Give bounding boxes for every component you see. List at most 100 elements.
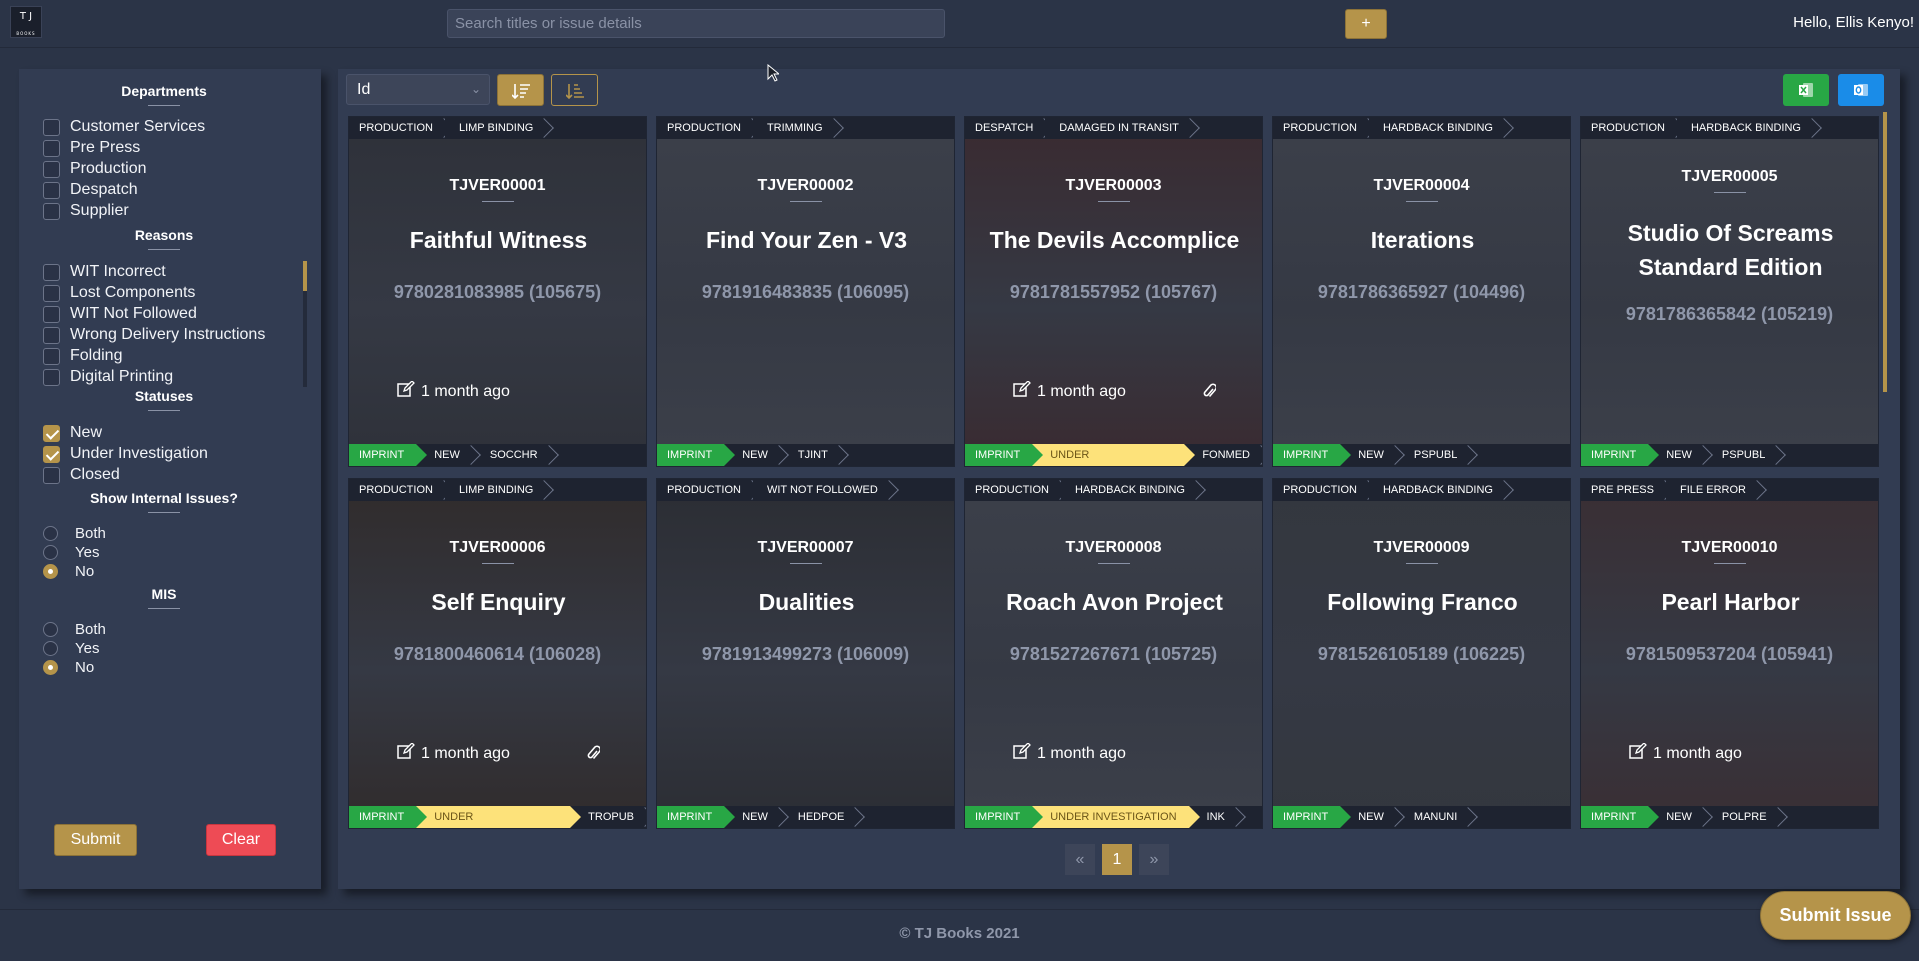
checkbox[interactable] (43, 284, 60, 302)
sort-ascending-button[interactable] (497, 74, 544, 106)
issue-card[interactable]: PRODUCTION HARDBACK BINDING TJVER00008 Roac… (964, 478, 1263, 829)
next-page-button[interactable]: » (1139, 844, 1169, 875)
isbn-job-number: 9781509537204 (105941) (1625, 644, 1834, 664)
last-updated: 1 month ago (1629, 742, 1742, 764)
checkbox[interactable] (43, 202, 60, 220)
issue-card[interactable]: PRODUCTION HARDBACK BINDING TJVER00005 Stud… (1580, 116, 1879, 467)
radio-button[interactable] (43, 621, 58, 637)
reasons-option[interactable]: WIT Incorrect (43, 262, 166, 282)
radio-button[interactable] (43, 544, 58, 560)
checkbox[interactable] (43, 326, 60, 344)
issue-breadcrumb: PRODUCTION LIMP BINDING (349, 117, 646, 139)
checkbox[interactable] (43, 368, 60, 386)
departments-option[interactable]: Pre Press (43, 138, 140, 158)
isbn-job-number: 9781526105189 (106225) (1317, 644, 1526, 664)
issue-card[interactable]: PRODUCTION WIT NOT FOLLOWED TJVER00007 Dual… (656, 478, 955, 829)
reasons-option[interactable]: Wrong Delivery Instructions (43, 325, 265, 345)
issue-breadcrumb: PRODUCTION HARDBACK BINDING (1273, 117, 1570, 139)
issue-reference: TJVER00009 (1273, 539, 1570, 564)
checkbox[interactable] (43, 347, 60, 365)
page-1-button[interactable]: 1 (1102, 844, 1132, 875)
issue-status-bar: IMPRINT NEW PSPUBL (1273, 444, 1570, 466)
department-tag: PRE PRESS (1581, 479, 1666, 501)
reasons-heading: Reasons (19, 227, 309, 250)
reasons-label: Wrong Delivery Instructions (70, 326, 266, 343)
issue-card[interactable]: PRODUCTION HARDBACK BINDING TJVER00009 Foll… (1272, 478, 1571, 829)
issue-card[interactable]: PRODUCTION HARDBACK BINDING TJVER00004 Iter… (1272, 116, 1571, 467)
sort-descending-button[interactable] (551, 74, 598, 106)
reasons-label: WIT Incorrect (70, 263, 166, 280)
reasons-option[interactable]: WIT Not Followed (43, 304, 197, 324)
checkbox[interactable] (43, 139, 60, 157)
departments-option[interactable]: Supplier (43, 201, 129, 221)
mis_options-option[interactable]: Both (43, 619, 106, 639)
submit-issue-button[interactable]: Submit Issue (1760, 891, 1911, 940)
checkbox[interactable] (43, 118, 60, 136)
sort-field-select[interactable]: Id ⌄ (346, 74, 490, 105)
internal_options-option[interactable]: Both (43, 523, 106, 543)
issue-reference-text: TJVER00001 (449, 177, 546, 194)
customer-code: SOCCHR (472, 444, 550, 466)
checkbox[interactable] (43, 181, 60, 199)
tj-books-logo[interactable]: T J BOOKS (10, 6, 42, 38)
reasons-scrollbar[interactable] (303, 261, 307, 387)
department-tag: PRODUCTION (965, 479, 1061, 501)
internal_options-option[interactable]: No (43, 561, 94, 581)
radio-button[interactable] (43, 640, 58, 656)
checkbox[interactable] (43, 424, 60, 442)
issue-card[interactable]: PRODUCTION TRIMMING TJVER00002 Find Your Ze… (656, 116, 955, 467)
checkbox[interactable] (43, 466, 60, 484)
prev-page-button[interactable]: « (1065, 844, 1095, 875)
status-badge: UNDER INVESTIGATION (1032, 806, 1200, 828)
filter-submit-button[interactable]: Submit (54, 824, 137, 856)
isbn-job-number: 9781916483835 (106095) (701, 282, 910, 302)
radio-button[interactable] (43, 563, 58, 579)
export-excel-button[interactable] (1783, 74, 1829, 106)
departments-option[interactable]: Despatch (43, 180, 138, 200)
isbn-job-number: 9781800460614 (106028) (393, 644, 602, 664)
mis_options-option[interactable]: Yes (43, 638, 99, 658)
mis_options-option[interactable]: No (43, 657, 94, 677)
statuses-label: Closed (70, 466, 120, 483)
issue-breadcrumb: PRODUCTION LIMP BINDING (349, 479, 646, 501)
statuses-option[interactable]: Under Investigation (43, 444, 208, 464)
divider (1713, 192, 1746, 193)
checkbox[interactable] (43, 263, 60, 281)
customer-code: HEDPOE (780, 806, 856, 828)
reasons-option[interactable]: Digital Printing (43, 367, 173, 387)
book-title: The Devils Accomplice (989, 227, 1240, 253)
department-tag: DESPATCH (965, 117, 1046, 139)
radio-button[interactable] (43, 525, 58, 541)
copyright-text: © TJ Books 2021 (899, 925, 1020, 942)
internal_options-label: No (75, 562, 95, 580)
issue-card[interactable]: PRODUCTION LIMP BINDING TJVER00006 Self Enq… (348, 478, 647, 829)
sort-ascending-icon (512, 84, 530, 99)
user-greeting[interactable]: Hello, Ellis Kenyo! (1793, 14, 1914, 31)
filter-clear-button[interactable]: Clear (206, 824, 276, 856)
checkbox[interactable] (43, 445, 60, 463)
statuses-option[interactable]: New (43, 423, 102, 443)
reasons-option[interactable]: Folding (43, 346, 122, 366)
issues-scrollbar[interactable] (1883, 112, 1887, 392)
checkbox[interactable] (43, 160, 60, 178)
add-issue-button[interactable]: + (1345, 9, 1387, 39)
export-outlook-button[interactable] (1838, 74, 1884, 106)
mis_options-label: Yes (75, 639, 100, 657)
department-tag: PRODUCTION (1273, 117, 1369, 139)
search-input[interactable] (447, 9, 945, 38)
statuses-option[interactable]: Closed (43, 465, 120, 485)
edit-icon (397, 380, 421, 402)
checkbox[interactable] (43, 305, 60, 323)
issue-card[interactable]: DESPATCH DAMAGED IN TRANSIT TJVER00003 The … (964, 116, 1263, 467)
issue-card[interactable]: PRODUCTION LIMP BINDING TJVER00001 Faithful… (348, 116, 647, 467)
issue-breadcrumb: PRE PRESS FILE ERROR (1581, 479, 1878, 501)
issue-reference: TJVER00007 (657, 539, 954, 564)
departments-option[interactable]: Production (43, 159, 147, 179)
internal_options-option[interactable]: Yes (43, 542, 99, 562)
issue-card[interactable]: PRE PRESS FILE ERROR TJVER00010 Pearl Harbo… (1580, 478, 1879, 829)
departments-option[interactable]: Customer Services (43, 117, 205, 137)
reasons-option[interactable]: Lost Components (43, 283, 195, 303)
reasons-label: Lost Components (70, 284, 196, 301)
radio-button[interactable] (43, 659, 58, 675)
book-title: Iterations (1370, 227, 1475, 253)
